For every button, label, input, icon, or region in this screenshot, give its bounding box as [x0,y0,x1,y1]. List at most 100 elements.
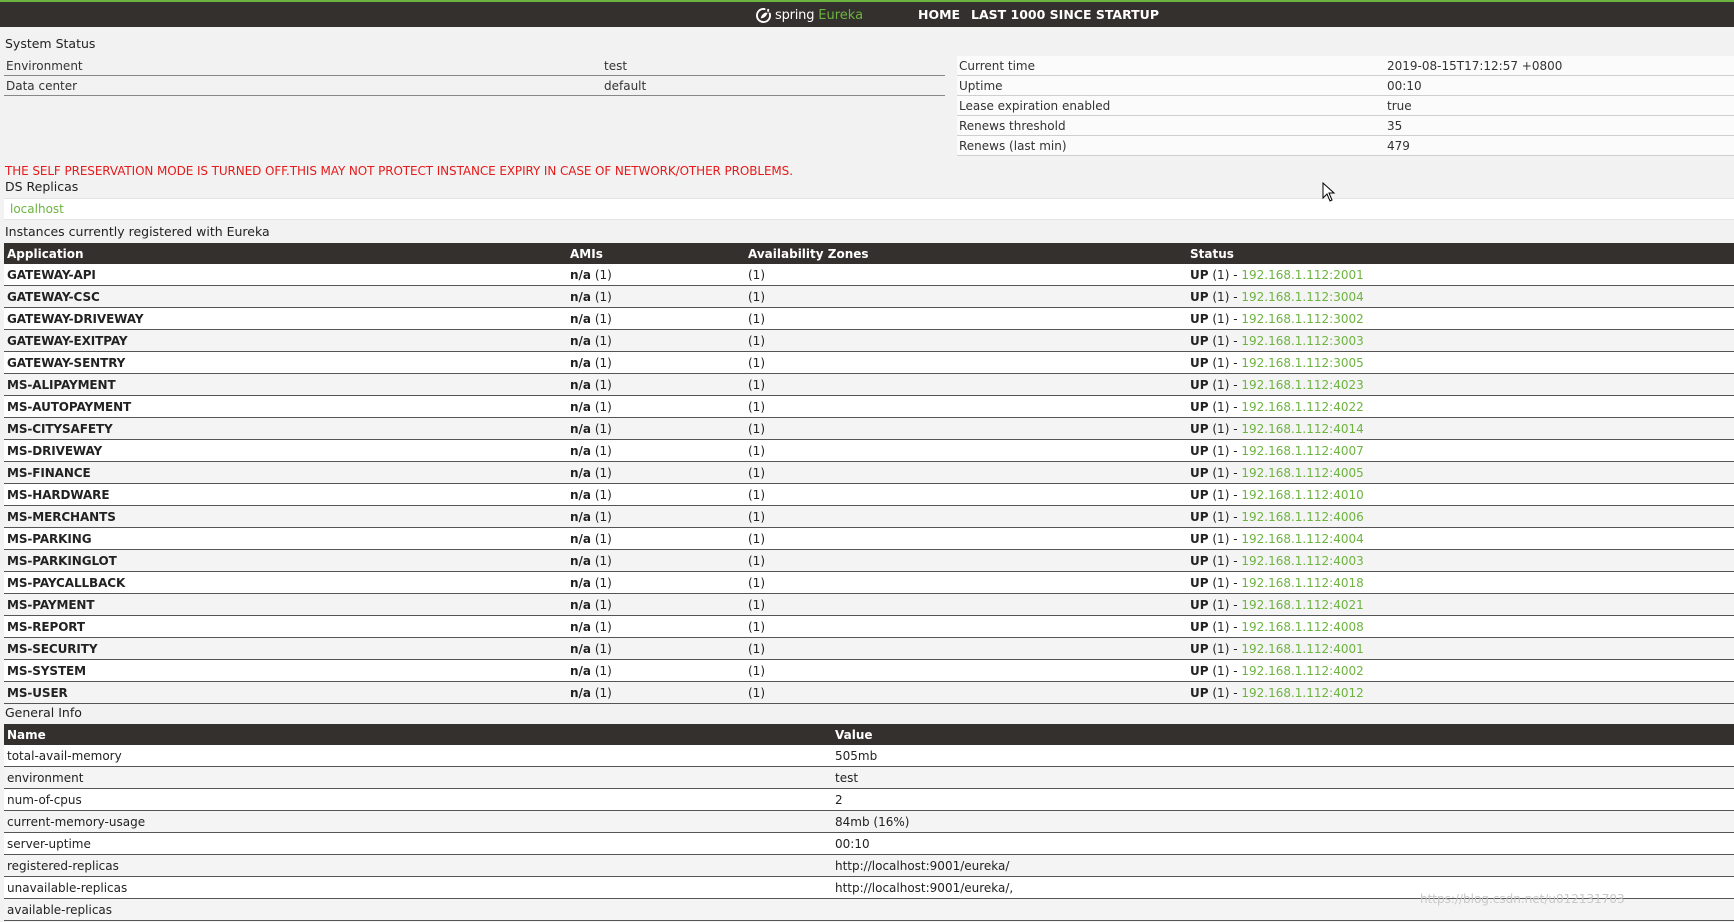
instance-link[interactable]: 192.168.1.112:4023 [1241,378,1363,392]
status-label: Data center [4,75,602,96]
application-cell: MS-REPORT [4,615,567,638]
zones-cell: (1) [745,264,1187,286]
replica-link-localhost[interactable]: localhost [10,202,64,216]
ami-count: (1) [594,663,612,678]
amis-cell: n/a (1) [567,351,745,374]
ami-count: (1) [594,641,612,656]
status-cell: UP (1) - 192.168.1.112:2001 [1187,264,1734,286]
instance-row: MS-SECURITY n/a (1) (1) UP (1) - 192.168.1.… [4,637,1734,660]
instance-link[interactable]: 192.168.1.112:3003 [1241,334,1363,348]
header-value: Value [832,724,1734,745]
instance-link[interactable]: 192.168.1.112:4022 [1241,400,1363,414]
nav-home-link[interactable]: HOME [918,7,960,22]
system-status-right-table: Current time 2019-08-15T17:12:57 +0800 Upt… [957,56,1734,156]
ami-value: n/a [570,597,592,612]
system-status-row: Data center default [4,75,945,96]
status-cell: UP (1) - 192.168.1.112:4006 [1187,505,1734,528]
status-up: UP [1190,553,1209,568]
application-cell: MS-PARKINGLOT [4,549,567,572]
instance-row: MS-REPORT n/a (1) (1) UP (1) - 192.168.1.11… [4,615,1734,638]
header-application: Application [4,243,567,264]
application-cell: MS-CITYSAFETY [4,417,567,440]
status-value: 2019-08-15T17:12:57 +0800 [1385,56,1734,76]
application-name: MS-AUTOPAYMENT [7,399,132,414]
amis-cell: n/a (1) [567,329,745,352]
instance-row: GATEWAY-DRIVEWAY n/a (1) (1) UP (1) - 192.1… [4,307,1734,330]
status-count: (1) - [1212,465,1238,480]
status-up: UP [1190,355,1209,370]
instance-link[interactable]: 192.168.1.112:3002 [1241,312,1363,326]
instance-row: MS-FINANCE n/a (1) (1) UP (1) - 192.168.1.1… [4,461,1734,484]
amis-cell: n/a (1) [567,549,745,572]
general-info-row: total-avail-memory 505mb [4,745,1734,767]
ami-count: (1) [594,487,612,502]
application-cell: GATEWAY-DRIVEWAY [4,307,567,330]
zones-value: (1) [748,619,765,634]
zones-value: (1) [748,399,765,414]
status-count: (1) - [1212,487,1238,502]
instance-link[interactable]: 192.168.1.112:4007 [1241,444,1363,458]
status-cell: UP (1) - 192.168.1.112:4014 [1187,417,1734,440]
amis-cell: n/a (1) [567,681,745,704]
status-up: UP [1190,575,1209,590]
status-count: (1) - [1212,619,1238,634]
zones-cell: (1) [745,373,1187,396]
header-name: Name [4,724,832,745]
instance-link[interactable]: 192.168.1.112:4012 [1241,686,1363,700]
application-cell: MS-AUTOPAYMENT [4,395,567,418]
self-preservation-warning: THE SELF PRESERVATION MODE IS TURNED OFF… [5,164,793,178]
status-up: UP [1190,443,1209,458]
ami-value: n/a [570,641,592,656]
ami-count: (1) [594,575,612,590]
instance-link[interactable]: 192.168.1.112:3004 [1241,290,1363,304]
status-label: Renews threshold [957,115,1385,136]
instance-link[interactable]: 192.168.1.112:4003 [1241,554,1363,568]
status-up: UP [1190,531,1209,546]
zones-value: (1) [748,355,765,370]
application-name: MS-SYSTEM [7,663,86,678]
instance-link[interactable]: 192.168.1.112:4002 [1241,664,1363,678]
status-up: UP [1190,685,1209,700]
ami-count: (1) [594,289,612,304]
application-name: MS-CITYSAFETY [7,421,113,436]
instance-row: GATEWAY-EXITPAY n/a (1) (1) UP (1) - 192.16… [4,329,1734,352]
instance-link[interactable]: 192.168.1.112:4004 [1241,532,1363,546]
ami-value: n/a [570,421,592,436]
application-name: MS-HARDWARE [7,487,110,502]
instance-link[interactable]: 192.168.1.112:4008 [1241,620,1363,634]
zones-value: (1) [748,641,765,656]
instance-row: GATEWAY-API n/a (1) (1) UP (1) - 192.168.1.… [4,264,1734,286]
instance-link[interactable]: 192.168.1.112:4018 [1241,576,1363,590]
zones-value: (1) [748,487,765,502]
status-count: (1) - [1212,289,1238,304]
ami-value: n/a [570,619,592,634]
instance-link[interactable]: 192.168.1.112:4014 [1241,422,1363,436]
nav-last1000-link[interactable]: LAST 1000 SINCE STARTUP [971,7,1159,22]
status-up: UP [1190,487,1209,502]
zones-cell: (1) [745,483,1187,506]
info-value: 2 [832,788,1734,811]
ami-value: n/a [570,443,592,458]
application-cell: MS-PARKING [4,527,567,550]
zones-value: (1) [748,531,765,546]
navbar: spring Eureka HOME LAST 1000 SINCE START… [0,2,1734,27]
general-info-row: environment test [4,766,1734,789]
status-up: UP [1190,289,1209,304]
instance-link[interactable]: 192.168.1.112:4021 [1241,598,1363,612]
application-cell: MS-HARDWARE [4,483,567,506]
instance-link[interactable]: 192.168.1.112:2001 [1241,268,1363,282]
instance-link[interactable]: 192.168.1.112:4010 [1241,488,1363,502]
instance-row: MS-DRIVEWAY n/a (1) (1) UP (1) - 192.168.1.… [4,439,1734,462]
amis-cell: n/a (1) [567,505,745,528]
instance-link[interactable]: 192.168.1.112:4001 [1241,642,1363,656]
instance-link[interactable]: 192.168.1.112:4005 [1241,466,1363,480]
system-status-row: Renews threshold 35 [957,115,1734,136]
status-up: UP [1190,465,1209,480]
brand[interactable]: spring Eureka [756,6,863,24]
zones-value: (1) [748,553,765,568]
instance-link[interactable]: 192.168.1.112:3005 [1241,356,1363,370]
instance-row: MS-USER n/a (1) (1) UP (1) - 192.168.1.112:… [4,681,1734,704]
application-name: GATEWAY-CSC [7,289,100,304]
instance-link[interactable]: 192.168.1.112:4006 [1241,510,1363,524]
zones-cell: (1) [745,681,1187,704]
